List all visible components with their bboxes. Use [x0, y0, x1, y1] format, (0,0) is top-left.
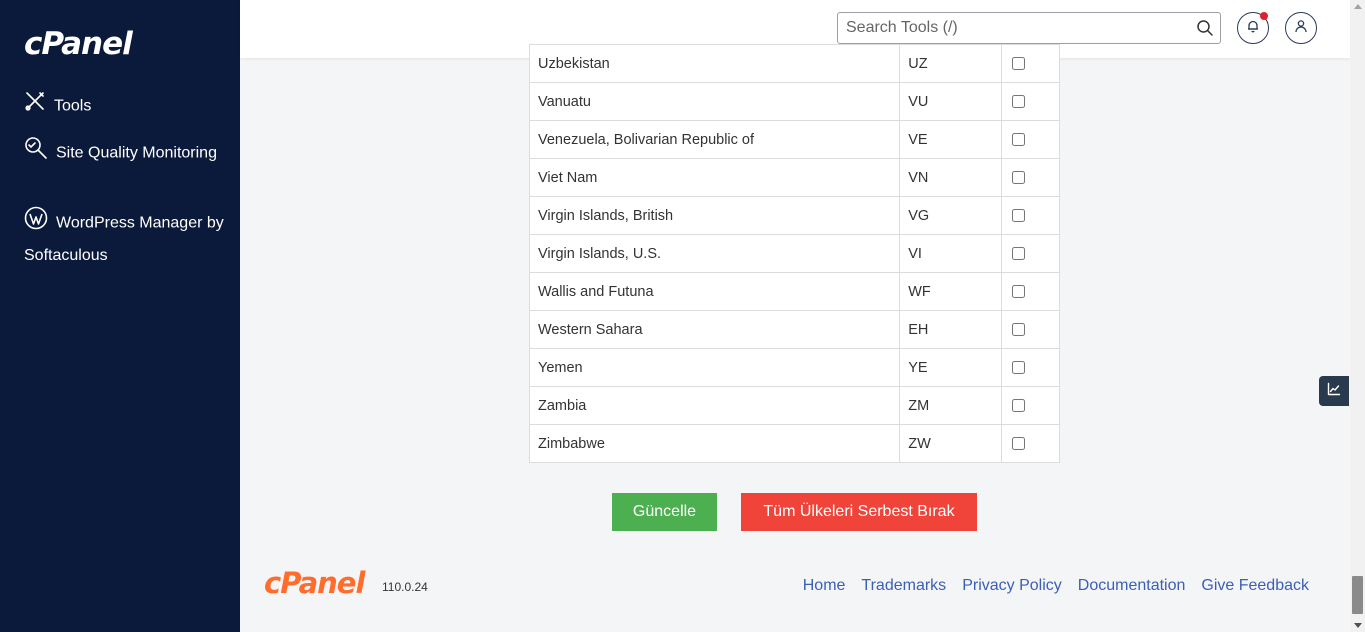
country-name-cell: Viet Nam [528, 158, 901, 197]
block-checkbox-cell [1001, 196, 1060, 235]
block-checkbox-cell [1001, 348, 1060, 387]
tools-icon [24, 90, 46, 123]
block-country-checkbox[interactable] [1012, 285, 1026, 299]
sidebar-item-label: WordPress Manager by Softaculous [24, 214, 224, 265]
table-row: Viet Nam VN [528, 158, 1060, 197]
country-code-cell: WF [899, 272, 1003, 311]
sidebar-item-label: Tools [54, 97, 92, 115]
block-country-checkbox[interactable] [1012, 209, 1026, 223]
notification-badge [1260, 12, 1268, 20]
country-name-cell: Vanuatu [528, 82, 901, 121]
country-code-cell: VU [899, 82, 1003, 121]
block-country-checkbox[interactable] [1012, 247, 1026, 261]
bell-icon [1246, 19, 1260, 38]
block-country-checkbox[interactable] [1012, 323, 1026, 337]
country-code-cell: VG [899, 196, 1003, 235]
magnifier-icon [24, 136, 48, 171]
block-checkbox-cell [1001, 82, 1060, 121]
sidebar-item-tools[interactable]: Tools [24, 90, 91, 123]
footer-link-home[interactable]: Home [803, 577, 846, 595]
user-icon [1294, 19, 1308, 38]
block-country-checkbox[interactable] [1012, 399, 1026, 413]
country-name-cell: Uzbekistan [528, 44, 901, 83]
country-code-cell: YE [899, 348, 1003, 387]
block-checkbox-cell [1001, 424, 1060, 463]
country-code-cell: ZM [899, 386, 1003, 425]
footer-link-give-feedback[interactable]: Give Feedback [1201, 577, 1309, 595]
country-name-cell: Virgin Islands, British [528, 196, 901, 235]
notifications-button[interactable] [1237, 12, 1269, 44]
scroll-down-arrow[interactable] [1354, 623, 1362, 628]
block-checkbox-cell [1001, 386, 1060, 425]
block-checkbox-cell [1001, 44, 1060, 83]
block-country-checkbox[interactable] [1012, 437, 1026, 451]
country-code-cell: VI [899, 234, 1003, 273]
block-country-checkbox[interactable] [1012, 95, 1026, 109]
sidebar: cPanel Tools Site Quality Monitoring Wor… [0, 0, 240, 632]
analytics-widget-button[interactable] [1319, 376, 1349, 406]
scroll-thumb[interactable] [1352, 576, 1363, 614]
country-name-cell: Wallis and Futuna [528, 272, 901, 311]
version-label: 110.0.24 [382, 580, 428, 594]
country-code-cell: EH [899, 310, 1003, 349]
country-code-cell: VN [899, 158, 1003, 197]
block-checkbox-cell [1001, 310, 1060, 349]
sidebar-item-wordpress-manager[interactable]: WordPress Manager by Softaculous [24, 206, 224, 271]
block-checkbox-cell [1001, 234, 1060, 273]
search-input[interactable] [838, 13, 1178, 43]
table-row: Zambia ZM [528, 386, 1060, 425]
country-code-cell: ZW [899, 424, 1003, 463]
footer-link-documentation[interactable]: Documentation [1078, 577, 1186, 595]
table-row: Zimbabwe ZW [528, 424, 1060, 463]
country-name-cell: Yemen [528, 348, 901, 387]
block-country-checkbox[interactable] [1012, 57, 1026, 71]
sidebar-item-site-quality-monitoring[interactable]: Site Quality Monitoring [24, 136, 224, 171]
table-row: Virgin Islands, British VG [528, 196, 1060, 235]
block-country-checkbox[interactable] [1012, 133, 1026, 147]
page-scrollbar[interactable] [1350, 0, 1365, 632]
table-row: Yemen YE [528, 348, 1060, 387]
search-box [837, 12, 1221, 44]
cpanel-logo[interactable]: cPanel [24, 26, 133, 62]
country-name-cell: Zimbabwe [528, 424, 901, 463]
sidebar-item-label: Site Quality Monitoring [56, 144, 217, 162]
scroll-up-arrow[interactable] [1354, 4, 1362, 9]
table-row: Venezuela, Bolivarian Republic of VE [528, 120, 1060, 159]
wordpress-icon [24, 206, 48, 241]
footer-link-privacy-policy[interactable]: Privacy Policy [962, 577, 1062, 595]
country-table: Uzbekistan UZ Vanuatu VU Venezuela, Bolivari… [528, 44, 1060, 463]
table-row: Virgin Islands, U.S. VI [528, 234, 1060, 273]
block-checkbox-cell [1001, 272, 1060, 311]
country-code-cell: VE [899, 120, 1003, 159]
chart-icon [1327, 382, 1341, 401]
block-checkbox-cell [1001, 158, 1060, 197]
country-name-cell: Western Sahara [528, 310, 901, 349]
country-name-cell: Virgin Islands, U.S. [528, 234, 901, 273]
country-name-cell: Zambia [528, 386, 901, 425]
search-icon[interactable] [1196, 19, 1214, 42]
footer-links: Home Trademarks Privacy Policy Documenta… [803, 577, 1309, 595]
block-country-checkbox[interactable] [1012, 171, 1026, 185]
table-row: Western Sahara EH [528, 310, 1060, 349]
update-button[interactable]: Güncelle [612, 493, 717, 531]
table-row: Wallis and Futuna WF [528, 272, 1060, 311]
country-name-cell: Venezuela, Bolivarian Republic of [528, 120, 901, 159]
footer-cpanel-logo: cPanel [264, 566, 365, 600]
block-checkbox-cell [1001, 120, 1060, 159]
user-menu-button[interactable] [1285, 12, 1317, 44]
country-table-container: Uzbekistan UZ Vanuatu VU Venezuela, Bolivari… [528, 44, 1060, 463]
footer-link-trademarks[interactable]: Trademarks [861, 577, 946, 595]
table-row: Vanuatu VU [528, 82, 1060, 121]
table-row: Uzbekistan UZ [528, 44, 1060, 83]
country-code-cell: UZ [899, 44, 1003, 83]
block-country-checkbox[interactable] [1012, 361, 1026, 375]
release-all-countries-button[interactable]: Tüm Ülkeleri Serbest Bırak [741, 493, 977, 531]
